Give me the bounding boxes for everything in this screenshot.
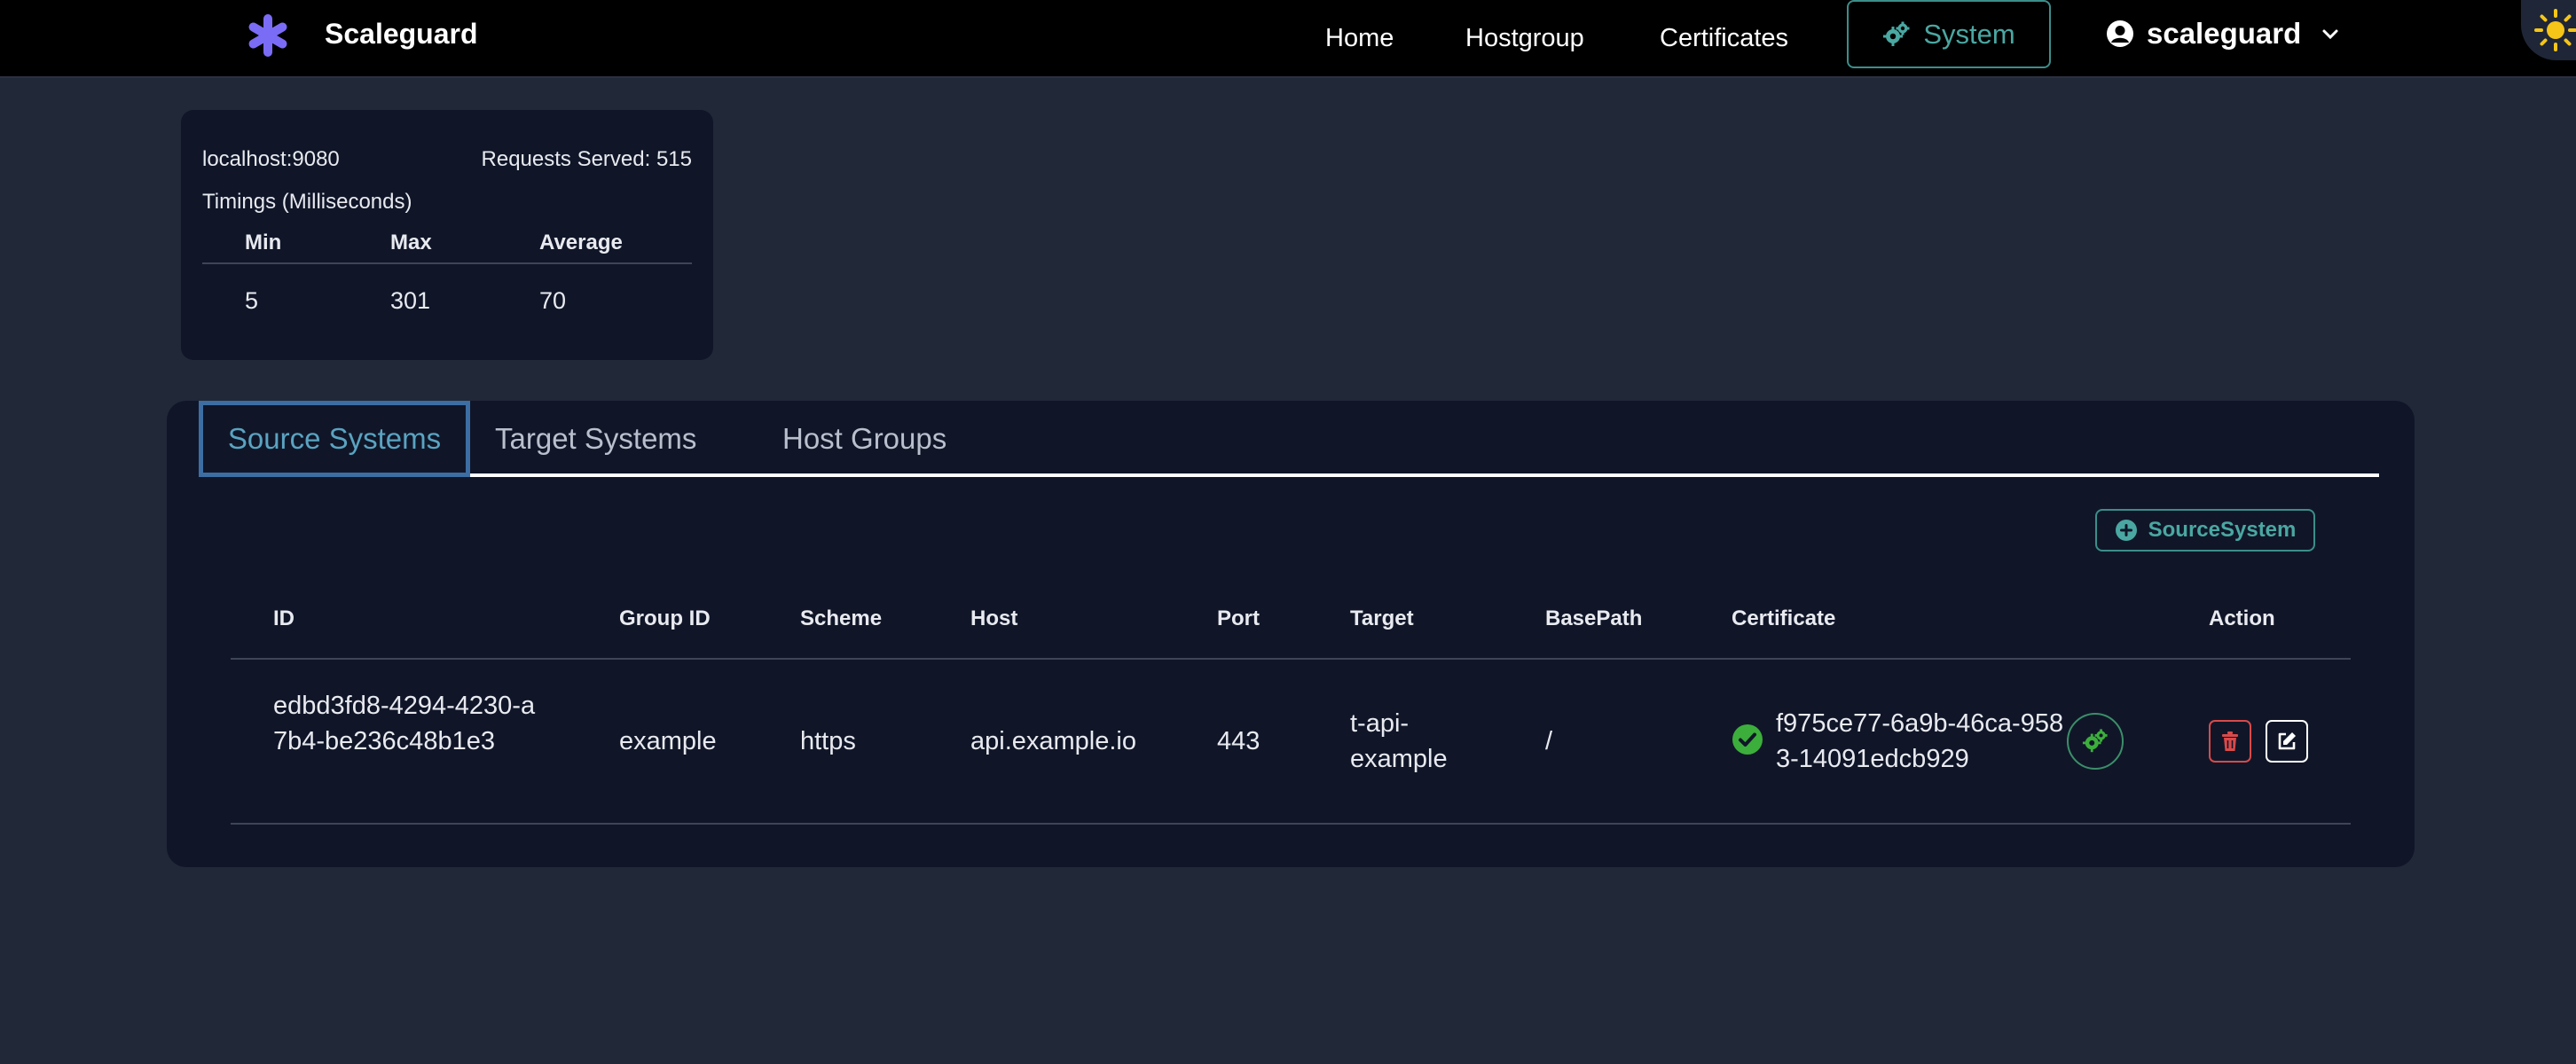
column-basepath: BasePath [1545,606,1643,630]
source-systems-table: ID Group ID Scheme Host Port Target Base… [231,578,2351,825]
navbar: Scaleguard Home Hostgroup Certificates S… [0,0,2576,78]
timings-table: Min Max Average 5 301 70 [202,231,692,328]
column-target: Target [1350,606,1414,630]
tab-host-groups[interactable]: Host Groups [782,401,946,477]
column-id: ID [273,606,295,630]
timings-header: Min Max Average [202,231,692,264]
cell-scheme: https [800,727,856,755]
asterisk-logo-icon[interactable] [243,11,293,60]
plus-circle-icon [2115,520,2137,541]
stats-host: localhost:9080 [202,147,340,171]
stats-requests-served: Requests Served: 515 [481,147,692,171]
column-action: Action [2209,606,2275,630]
cell-certificate: f975ce77-6a9b-46ca-9583-14091edcb929 [1732,706,2104,777]
add-source-system-label: SourceSystem [2148,518,2297,542]
timings-average-value: 70 [539,287,567,314]
cell-group-id: example [619,727,717,755]
systems-panel: Source Systems Target Systems Host Group… [167,401,2415,867]
edit-icon [2278,732,2296,750]
timings-header-average: Average [539,231,623,254]
nav-hostgroup[interactable]: Hostgroup [1465,20,1584,57]
column-certificate: Certificate [1732,606,1836,630]
edit-button[interactable] [2266,720,2308,763]
chevron-down-icon [2322,29,2338,40]
gears-icon [1883,21,1910,46]
table-row: edbd3fd8-4294-4230-a7b4-be236c48b1e3 exa… [231,660,2351,825]
tab-bar: Source Systems Target Systems Host Group… [199,401,2379,477]
user-menu[interactable]: scaleguard [2106,12,2340,55]
nav-home[interactable]: Home [1325,20,1394,57]
column-port: Port [1217,606,1260,630]
sun-icon [2534,9,2576,51]
cell-port: 443 [1217,727,1261,755]
cell-basepath: / [1545,727,1553,755]
table-header: ID Group ID Scheme Host Port Target Base… [231,578,2351,660]
column-host: Host [970,606,1018,630]
user-circle-icon [2107,20,2133,47]
check-circle-icon [1732,724,1763,755]
column-group-id: Group ID [619,606,711,630]
stats-timings-label: Timings (Milliseconds) [202,190,412,214]
tab-source-systems[interactable]: Source Systems [199,401,470,477]
cell-host: api.example.io [970,727,1136,755]
certificate-id: f975ce77-6a9b-46ca-9583-14091edcb929 [1776,709,2064,773]
cell-target: t-api-example [1350,709,1448,773]
timings-header-min: Min [245,231,282,254]
stats-card: localhost:9080 Requests Served: 515 Timi… [181,110,713,360]
column-scheme: Scheme [800,606,883,630]
timings-min-value: 5 [245,287,259,314]
tab-target-systems[interactable]: Target Systems [495,401,696,477]
nav-system-label: System [1923,18,2015,50]
delete-button[interactable] [2209,720,2251,763]
nav-certificates[interactable]: Certificates [1660,20,1788,57]
add-source-system-button[interactable]: SourceSystem [2095,509,2315,552]
gears-icon [2082,729,2108,753]
certificate-settings-button[interactable] [2067,713,2124,770]
nav-system[interactable]: System [1847,0,2051,68]
theme-toggle[interactable] [2521,0,2576,60]
brand-name[interactable]: Scaleguard [325,16,478,51]
trash-icon [2222,732,2238,751]
timings-max-value: 301 [390,287,431,314]
cell-id: edbd3fd8-4294-4230-a7b4-be236c48b1e3 [273,692,536,755]
user-name: scaleguard [2147,17,2302,50]
timings-row: 5 301 70 [202,264,692,328]
timings-header-max: Max [390,231,432,254]
